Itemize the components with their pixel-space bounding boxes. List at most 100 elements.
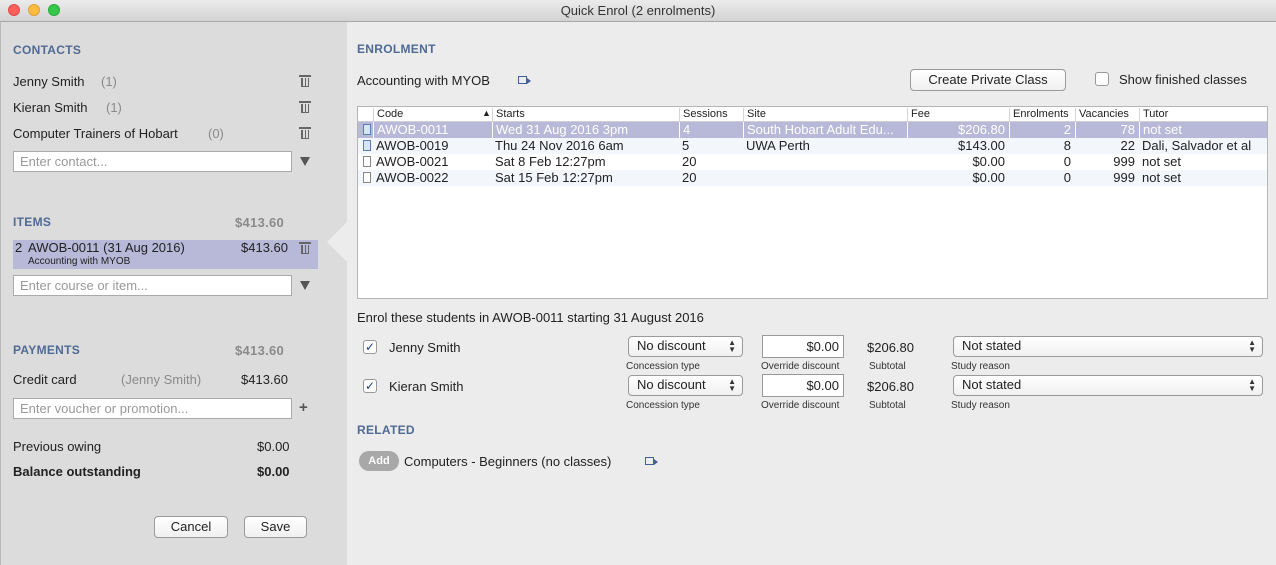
- dropdown-arrow-icon[interactable]: [300, 281, 310, 290]
- cell-vacancies: 999: [1113, 170, 1135, 185]
- minimize-window-button[interactable]: [28, 4, 40, 16]
- cell-enrolments: 0: [1063, 170, 1071, 185]
- cell-code: AWOB-0011: [373, 122, 492, 138]
- show-finished-checkbox[interactable]: [1095, 72, 1109, 86]
- item-amount: $413.60: [241, 240, 288, 255]
- cell-site: UWA Perth: [746, 138, 810, 153]
- cell-fee: $0.00: [972, 154, 1005, 169]
- select-arrows-icon: ▲ ▼: [1248, 377, 1256, 393]
- cell-vacancies: 22: [1120, 138, 1135, 153]
- student-name: Jenny Smith: [389, 340, 461, 355]
- cell-code: AWOB-0022: [376, 170, 449, 185]
- payments-heading: PAYMENTS: [13, 343, 81, 357]
- cancel-button[interactable]: Cancel: [154, 516, 228, 538]
- related-heading: RELATED: [357, 423, 415, 437]
- trash-icon[interactable]: [299, 101, 311, 113]
- cell-tutor: not set: [1139, 122, 1267, 138]
- override-discount-input[interactable]: $0.00: [762, 374, 844, 397]
- cell-vacancies: 78: [1075, 122, 1139, 138]
- table-row[interactable]: AWOB-0011 Wed 31 Aug 2016 3pm 4 South Ho…: [358, 122, 1267, 138]
- balance-value: $0.00: [257, 464, 290, 479]
- add-related-button[interactable]: Add: [359, 451, 399, 471]
- study-reason-value: Not stated: [962, 338, 1022, 353]
- cell-starts: Thu 24 Nov 2016 6am: [495, 138, 624, 153]
- save-button[interactable]: Save: [244, 516, 307, 538]
- concession-type-select[interactable]: No discount ▲ ▼: [628, 375, 743, 396]
- contact-count: (1): [106, 100, 122, 115]
- cell-code: AWOB-0019: [376, 138, 449, 153]
- cell-starts: Wed 31 Aug 2016 3pm: [492, 122, 679, 138]
- trash-icon[interactable]: [299, 242, 311, 254]
- column-header-enrolments[interactable]: Enrolments: [1009, 108, 1075, 122]
- table-row[interactable]: AWOB-0021 Sat 8 Feb 12:27pm 20 $0.00 0 9…: [358, 154, 1267, 170]
- enrolment-heading: ENROLMENT: [357, 42, 436, 56]
- cell-tutor: not set: [1142, 170, 1182, 185]
- cell-starts: Sat 15 Feb 12:27pm: [495, 170, 613, 185]
- zoom-window-button[interactable]: [48, 4, 60, 16]
- cell-starts: Sat 8 Feb 12:27pm: [495, 154, 606, 169]
- cell-site: [743, 170, 907, 186]
- study-reason-value: Not stated: [962, 377, 1022, 392]
- previous-owing-value: $0.00: [257, 439, 290, 454]
- study-reason-select[interactable]: Not stated ▲ ▼: [953, 375, 1263, 396]
- cell-fee: $206.80: [907, 122, 1009, 138]
- create-private-class-button[interactable]: Create Private Class: [910, 69, 1066, 91]
- related-item[interactable]: Computers - Beginners (no classes): [404, 454, 611, 469]
- enrolment-panel: ENROLMENT Accounting with MYOB Create Pr…: [347, 22, 1276, 565]
- table-row[interactable]: AWOB-0022 Sat 15 Feb 12:27pm 20 $0.00 0 …: [358, 170, 1267, 186]
- table-header: Code ▲ Starts Sessions Site Fee Enrolmen…: [358, 107, 1267, 122]
- open-link-icon[interactable]: [645, 457, 658, 465]
- study-reason-select[interactable]: Not stated ▲ ▼: [953, 336, 1263, 357]
- cell-sessions: 20: [682, 170, 697, 185]
- class-table: Code ▲ Starts Sessions Site Fee Enrolmen…: [357, 106, 1268, 299]
- column-header-code[interactable]: Code: [373, 108, 493, 122]
- contact-count: (1): [101, 74, 117, 89]
- table-row[interactable]: AWOB-0019 Thu 24 Nov 2016 6am 5 UWA Pert…: [358, 138, 1267, 154]
- cell-sessions: 4: [679, 122, 743, 138]
- subtotal-caption: Subtotal: [869, 400, 906, 411]
- trash-icon[interactable]: [299, 75, 311, 87]
- item-row[interactable]: 2 AWOB-0011 (31 Aug 2016) $413.60 Accoun…: [13, 240, 318, 269]
- contact-count: (0): [208, 126, 224, 141]
- cell-code: AWOB-0021: [376, 154, 449, 169]
- payments-total: $413.60: [235, 343, 285, 358]
- contact-name[interactable]: Jenny Smith: [13, 74, 85, 89]
- contact-input[interactable]: Enter contact...: [13, 151, 292, 172]
- select-arrows-icon: ▲ ▼: [728, 377, 736, 393]
- cell-tutor: Dali, Salvador et al: [1142, 138, 1252, 153]
- payment-payer: (Jenny Smith): [121, 372, 202, 387]
- override-caption: Override discount: [761, 361, 840, 372]
- concession-type-select[interactable]: No discount ▲ ▼: [628, 336, 743, 357]
- window-title: Quick Enrol (2 enrolments): [560, 3, 716, 18]
- column-header-vacancies[interactable]: Vacancies: [1075, 108, 1139, 122]
- trash-icon[interactable]: [299, 127, 311, 139]
- enrol-sentence: Enrol these students in AWOB-0011 starti…: [357, 310, 704, 325]
- contact-name[interactable]: Computer Trainers of Hobart: [13, 126, 178, 141]
- column-header-tutor[interactable]: Tutor: [1139, 108, 1267, 122]
- override-discount-input[interactable]: $0.00: [762, 335, 844, 358]
- document-icon: [363, 172, 371, 183]
- column-header-starts[interactable]: Starts: [492, 108, 679, 122]
- cell-enrolments: 2: [1009, 122, 1075, 138]
- course-item-input[interactable]: Enter course or item...: [13, 275, 292, 296]
- subtotal-caption: Subtotal: [869, 361, 906, 372]
- voucher-input[interactable]: Enter voucher or promotion...: [13, 398, 292, 419]
- student-checkbox[interactable]: ✓: [363, 379, 377, 393]
- sidebar: CONTACTS Jenny Smith (1) Kieran Smith (1…: [0, 22, 347, 565]
- column-header-site[interactable]: Site: [743, 108, 907, 122]
- cell-sessions: 5: [682, 138, 690, 153]
- close-window-button[interactable]: [8, 4, 20, 16]
- column-header-sessions[interactable]: Sessions: [679, 108, 743, 122]
- open-link-icon[interactable]: [518, 76, 531, 84]
- item-code: AWOB-0011 (31 Aug 2016): [28, 240, 185, 255]
- add-voucher-icon[interactable]: +: [299, 399, 308, 416]
- payment-method: Credit card: [13, 372, 77, 387]
- student-name: Kieran Smith: [389, 379, 464, 394]
- contact-name[interactable]: Kieran Smith: [13, 100, 87, 115]
- concession-type-value: No discount: [637, 338, 706, 353]
- document-icon: [363, 140, 371, 151]
- item-subtitle: Accounting with MYOB: [28, 256, 131, 267]
- student-checkbox[interactable]: ✓: [363, 340, 377, 354]
- column-header-fee[interactable]: Fee: [907, 108, 1009, 122]
- dropdown-arrow-icon[interactable]: [300, 157, 310, 166]
